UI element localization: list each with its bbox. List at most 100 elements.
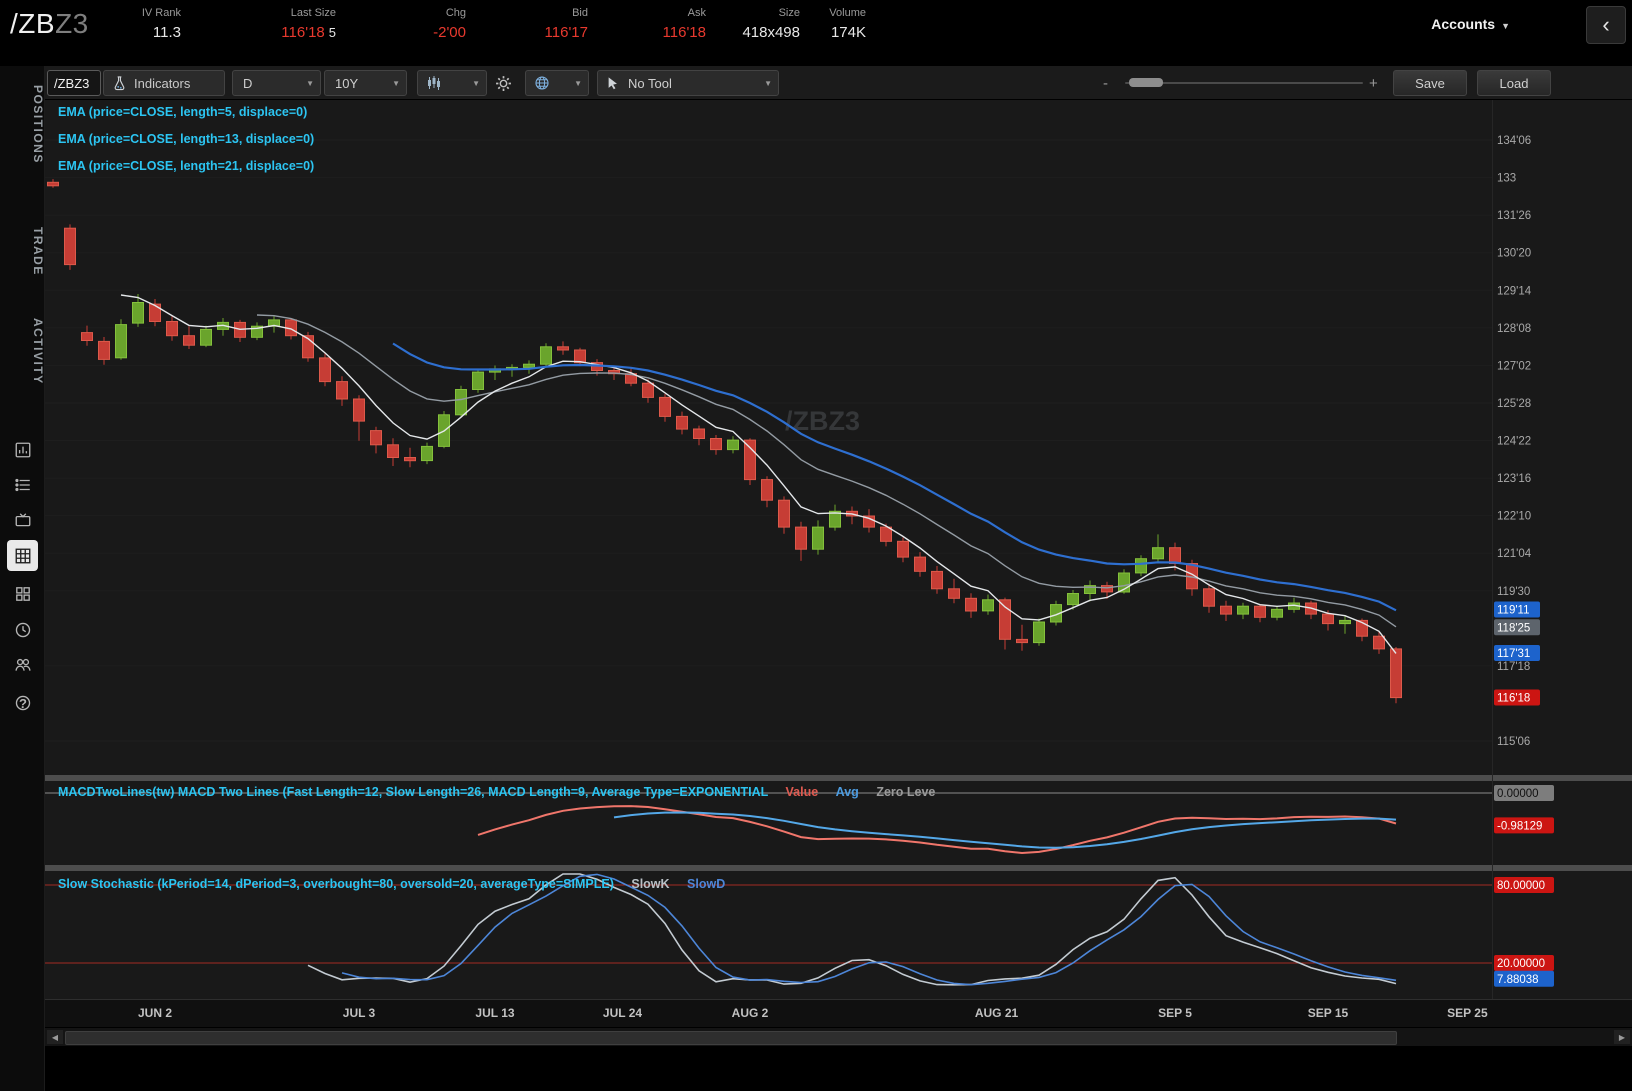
candle <box>1390 648 1402 699</box>
candle <box>319 357 331 383</box>
svg-text:117'31: 117'31 <box>1497 648 1530 660</box>
symbol-input[interactable]: /ZBZ3 <box>47 70 101 96</box>
globe-icon <box>535 76 549 90</box>
svg-text:125'28: 125'28 <box>1497 398 1531 410</box>
scroll-left-arrow[interactable]: ◀ <box>47 1030 63 1044</box>
candle <box>948 588 960 599</box>
candle <box>778 499 790 528</box>
svg-text:JUL 3: JUL 3 <box>343 1006 376 1020</box>
candle <box>47 181 59 187</box>
candle <box>455 389 467 416</box>
svg-text:124'22: 124'22 <box>1497 436 1531 448</box>
zoom-slider-thumb[interactable] <box>1129 78 1163 87</box>
svg-text:133: 133 <box>1497 173 1516 185</box>
left-rail: POSITIONS TRADE ACTIVITY ? <box>0 66 45 1091</box>
candle <box>710 438 722 451</box>
collapse-panel-button[interactable]: ‹ <box>1586 6 1626 44</box>
stoch-last-label: 7.88038 <box>1494 970 1554 987</box>
history-clock-icon[interactable] <box>10 617 36 643</box>
chart-settings-button[interactable] <box>489 70 517 96</box>
order-list-icon[interactable] <box>10 472 36 498</box>
candle <box>421 445 433 462</box>
panel-separator[interactable] <box>45 865 1632 871</box>
candle <box>183 335 195 346</box>
svg-text:AUG 21: AUG 21 <box>975 1006 1019 1020</box>
chart-report-icon[interactable] <box>10 437 36 463</box>
community-icon[interactable] <box>10 652 36 678</box>
price-bubble: 119'11 <box>1494 601 1540 618</box>
tab-activity[interactable]: ACTIVITY <box>0 318 45 385</box>
stat-last-size: Last Size 116'18 5 <box>281 7 336 41</box>
macd-zero-label: 0.00000 <box>1494 785 1554 801</box>
chevron-down-icon: ▼ <box>392 78 400 88</box>
quote-stats: IV Rank 11.3 Last Size 116'18 5 Chg -2'00… <box>110 7 866 41</box>
candle <box>64 227 76 266</box>
svg-text:118'25: 118'25 <box>1497 622 1530 634</box>
svg-text:121'04: 121'04 <box>1497 548 1532 560</box>
chevron-down-icon: ▼ <box>574 78 582 88</box>
candle <box>200 328 212 346</box>
candle <box>336 381 348 400</box>
svg-text:0.00000: 0.00000 <box>1497 788 1539 800</box>
tv-icon[interactable] <box>10 507 36 533</box>
range-dropdown[interactable]: 10Y ▼ <box>324 70 407 96</box>
svg-text:134'06: 134'06 <box>1497 135 1531 147</box>
macd-last-label: -0.98129 <box>1494 817 1554 834</box>
panel-separator[interactable] <box>45 775 1632 781</box>
candle <box>1033 621 1045 644</box>
svg-text:119'11: 119'11 <box>1497 605 1529 617</box>
chart-region: /ZBZ3 134'06 133 131'26 130'20 129'14 128'08 12… <box>45 100 1632 1027</box>
chart-style-dropdown[interactable]: ▼ <box>417 70 487 96</box>
chevron-left-icon: ‹ <box>1602 12 1610 37</box>
candle <box>812 526 824 550</box>
drawing-tool-dropdown[interactable]: No Tool ▼ <box>597 70 779 96</box>
chart-grid-icon[interactable] <box>7 540 38 571</box>
candle <box>132 302 144 324</box>
zoom-out-button[interactable]: - <box>1103 70 1108 96</box>
candle-style-icon <box>428 76 440 90</box>
help-icon[interactable]: ? <box>10 690 36 716</box>
chart-canvas[interactable]: /ZBZ3134'06133131'26130'20129'14128'0812… <box>45 100 1632 1027</box>
save-button[interactable]: Save <box>1393 70 1467 96</box>
quote-header: /ZBZ3 IV Rank 11.3 Last Size 116'18 5 Chg… <box>0 0 1632 66</box>
candle <box>1237 605 1249 615</box>
apps-icon[interactable] <box>10 581 36 607</box>
svg-text:119'30: 119'30 <box>1497 586 1530 598</box>
candle <box>353 398 365 422</box>
svg-text:7.88038: 7.88038 <box>1497 974 1539 986</box>
accounts-menu[interactable]: Accounts ▼ <box>1431 16 1510 32</box>
stat-ask: Ask 116'18 <box>662 7 706 41</box>
candle <box>1135 558 1147 574</box>
candle <box>693 428 705 439</box>
chart-background <box>45 100 1632 1027</box>
candle <box>1271 608 1283 618</box>
products-dropdown[interactable]: ▼ <box>525 70 589 96</box>
candle <box>98 340 110 360</box>
candle <box>744 439 756 481</box>
candle <box>370 430 382 446</box>
candle <box>642 382 654 398</box>
candle <box>166 321 178 337</box>
svg-text:20.00000: 20.00000 <box>1497 958 1545 970</box>
candle <box>404 457 416 462</box>
zoom-in-button[interactable]: + <box>1369 70 1378 96</box>
svg-text:JUL 13: JUL 13 <box>475 1006 514 1020</box>
scrollbar-thumb[interactable] <box>65 1031 1397 1045</box>
candle <box>965 597 977 612</box>
candle <box>1203 588 1215 607</box>
candle <box>727 439 739 451</box>
candle <box>914 556 926 572</box>
chart-hscrollbar[interactable]: ◀ ▶ <box>45 1027 1632 1046</box>
svg-text:115'06: 115'06 <box>1497 736 1530 748</box>
stat-bid: Bid 116'17 <box>544 7 588 41</box>
candle <box>557 346 569 351</box>
indicators-button[interactable]: Indicators <box>103 70 225 96</box>
candle <box>149 303 161 323</box>
tab-positions[interactable]: POSITIONS <box>0 85 45 164</box>
svg-text:SEP 25: SEP 25 <box>1447 1006 1488 1020</box>
scroll-right-arrow[interactable]: ▶ <box>1614 1030 1630 1044</box>
svg-text:131'26: 131'26 <box>1497 210 1531 222</box>
tab-trade[interactable]: TRADE <box>0 227 45 276</box>
load-button[interactable]: Load <box>1477 70 1551 96</box>
aggregation-dropdown[interactable]: D ▼ <box>232 70 321 96</box>
